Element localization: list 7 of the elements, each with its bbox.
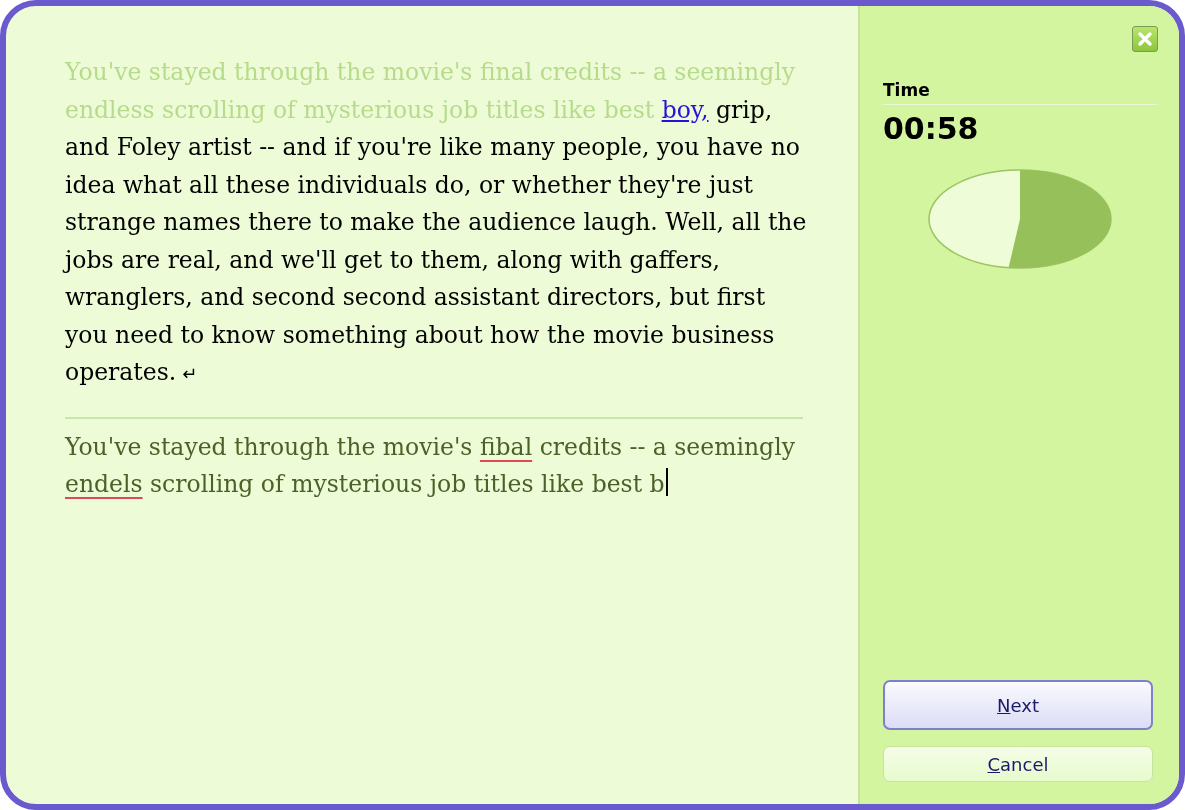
- typed-text[interactable]: You've stayed through the movie's fibal credits -- a seemingly endels scrolling of mysterious job titles like best b: [65, 428, 807, 504]
- cancel-button[interactable]: Cancel: [883, 746, 1153, 782]
- current-word: boy,: [661, 95, 709, 124]
- close-button[interactable]: [1132, 26, 1158, 52]
- timer-value: 00:58: [883, 111, 979, 146]
- next-button[interactable]: Next: [883, 680, 1153, 730]
- close-icon: [1137, 31, 1153, 47]
